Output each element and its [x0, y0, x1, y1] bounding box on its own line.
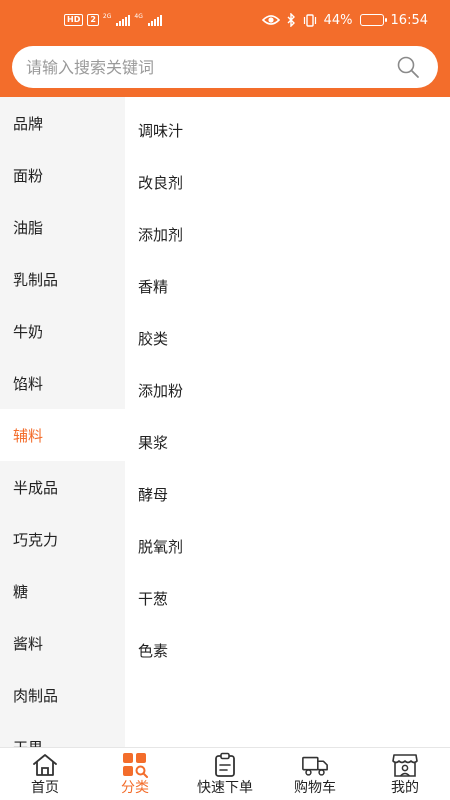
search-icon[interactable]: [396, 55, 420, 79]
subcategory-item[interactable]: 干葱: [125, 572, 450, 624]
signal-icon: [116, 14, 131, 26]
subcategory-list: 调味汁 改良剂 添加剂 香精 胶类 添加粉 果浆 酵母 脱氧剂 干葱 色素: [125, 97, 450, 747]
sidebar-item[interactable]: 馅料: [0, 357, 125, 409]
search-input[interactable]: [26, 57, 396, 77]
clipboard-icon: [211, 752, 239, 778]
subcategory-item[interactable]: 果浆: [125, 416, 450, 468]
status-right: 44% 16:54: [261, 12, 428, 28]
signal-icon: [147, 14, 162, 26]
category-icon: [121, 752, 149, 778]
network-type-2: 4G: [134, 13, 143, 20]
hd-badge: HD: [64, 14, 84, 26]
nav-profile-label: 我的: [391, 780, 419, 796]
nav-cart[interactable]: 购物车: [270, 748, 360, 800]
network-type-1: 2G: [102, 13, 112, 20]
eye-icon: [261, 15, 280, 25]
battery-percent: 44%: [323, 12, 353, 28]
nav-quick-order-label: 快速下单: [197, 780, 253, 796]
nav-home[interactable]: 首页: [0, 748, 90, 800]
clock: 16:54: [390, 12, 428, 28]
bluetooth-icon: [287, 13, 295, 27]
sidebar-item[interactable]: 巧克力: [0, 513, 125, 565]
search-box[interactable]: [12, 46, 438, 88]
search-header: [0, 40, 450, 97]
sidebar-item[interactable]: 干果: [0, 721, 125, 748]
sidebar-item[interactable]: 酱料: [0, 617, 125, 669]
sidebar-item[interactable]: 牛奶: [0, 305, 125, 357]
home-icon: [31, 752, 59, 778]
status-bar: HD 2 2G 4G 44% 16:54: [0, 0, 450, 40]
nav-category[interactable]: 分类: [90, 748, 180, 800]
sidebar-item[interactable]: 面粉: [0, 149, 125, 201]
battery-icon: [359, 14, 387, 26]
subcategory-item[interactable]: 色素: [125, 624, 450, 676]
sidebar-item[interactable]: 油脂: [0, 201, 125, 253]
subcategory-item[interactable]: 胶类: [125, 312, 450, 364]
sidebar-item[interactable]: 辅料: [0, 409, 125, 461]
nav-category-label: 分类: [121, 780, 149, 796]
sim-badge: 2: [87, 14, 99, 26]
subcategory-item[interactable]: 酵母: [125, 468, 450, 520]
subcategory-item[interactable]: 添加剂: [125, 208, 450, 260]
sidebar-item[interactable]: 品牌: [0, 97, 125, 149]
category-sidebar: 品牌面粉油脂乳制品牛奶馅料辅料半成品巧克力糖酱料肉制品干果: [0, 97, 125, 747]
truck-icon: [301, 752, 329, 778]
nav-cart-label: 购物车: [294, 780, 336, 796]
sidebar-item[interactable]: 半成品: [0, 461, 125, 513]
subcategory-item[interactable]: 添加粉: [125, 364, 450, 416]
subcategory-item[interactable]: 香精: [125, 260, 450, 312]
bottom-nav: 首页 分类 快速下单 购物车 我的: [0, 747, 450, 800]
store-user-icon: [391, 752, 419, 778]
sidebar-item[interactable]: 乳制品: [0, 253, 125, 305]
vibrate-icon: [303, 13, 316, 27]
subcategory-item[interactable]: 改良剂: [125, 156, 450, 208]
nav-profile[interactable]: 我的: [360, 748, 450, 800]
sidebar-item[interactable]: 肉制品: [0, 669, 125, 721]
status-left: HD 2 2G 4G: [64, 14, 162, 26]
nav-quick-order[interactable]: 快速下单: [180, 748, 270, 800]
sidebar-item[interactable]: 糖: [0, 565, 125, 617]
subcategory-item[interactable]: 脱氧剂: [125, 520, 450, 572]
subcategory-item[interactable]: 调味汁: [125, 104, 450, 156]
nav-home-label: 首页: [31, 780, 59, 796]
